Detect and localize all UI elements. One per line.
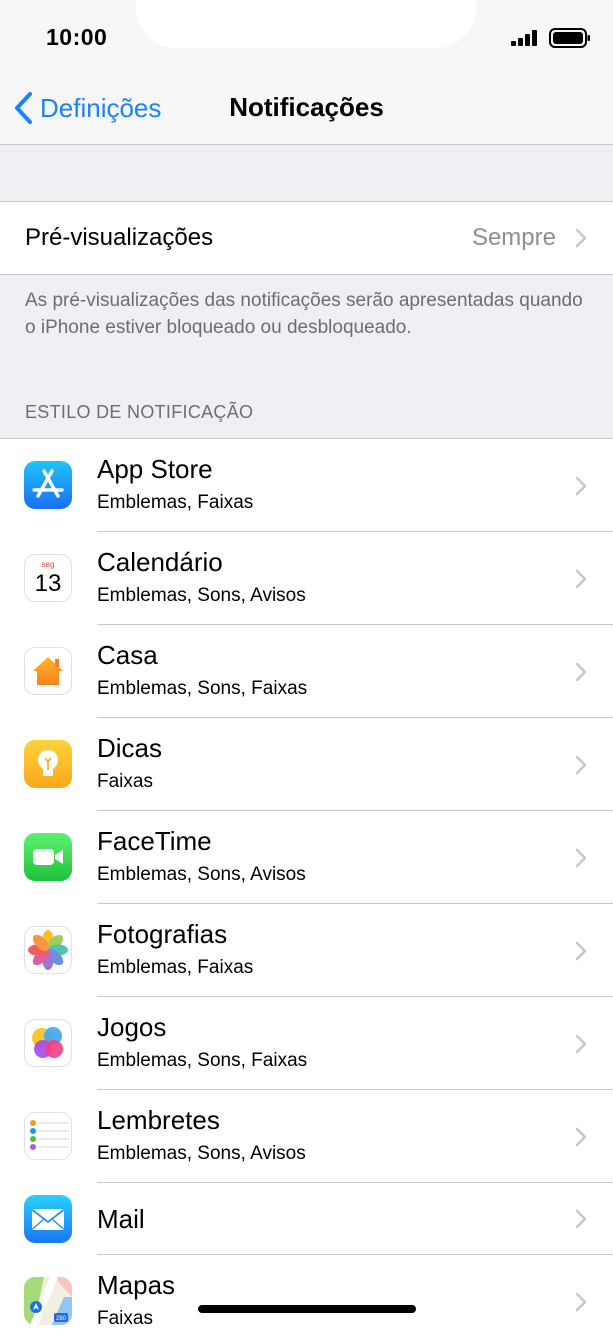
game-center-icon — [24, 1019, 72, 1067]
chevron-right-icon — [575, 1034, 587, 1054]
app-list: App Store Emblemas, Faixas seg 13 Calend… — [0, 438, 613, 1339]
chevron-right-icon — [575, 228, 587, 248]
app-alert-styles: Emblemas, Sons, Avisos — [97, 864, 306, 885]
app-row-photos[interactable]: Fotografias Emblemas, Faixas — [0, 904, 613, 997]
app-name: Lembretes — [97, 1105, 220, 1135]
app-alert-styles: Emblemas, Sons, Avisos — [97, 1143, 306, 1164]
app-row-reminders[interactable]: Lembretes Emblemas, Sons, Avisos — [0, 1090, 613, 1183]
home-icon — [24, 647, 72, 695]
app-name: Mail — [97, 1204, 145, 1234]
app-alert-styles: Emblemas, Faixas — [97, 957, 254, 978]
home-indicator[interactable] — [198, 1305, 416, 1313]
app-row-game-center[interactable]: Jogos Emblemas, Sons, Faixas — [0, 997, 613, 1090]
back-chevron-icon — [15, 92, 32, 124]
app-row-home[interactable]: Casa Emblemas, Sons, Faixas — [0, 625, 613, 718]
app-name: FaceTime — [97, 826, 212, 856]
navigation-bar: Notificações Definições — [0, 72, 613, 145]
back-label: Definições — [40, 92, 162, 123]
chevron-right-icon — [575, 1292, 587, 1312]
app-row-app-store[interactable]: App Store Emblemas, Faixas — [0, 439, 613, 532]
cellular-signal-icon — [511, 30, 537, 46]
app-row-tips[interactable]: Dicas Faixas — [0, 718, 613, 811]
section-header: ESTILO DE NOTIFICAÇÃO — [25, 402, 254, 422]
mail-icon — [24, 1195, 72, 1243]
app-name: Mapas — [97, 1270, 176, 1300]
calendar-icon-date: 13 — [35, 570, 62, 597]
tips-icon — [24, 740, 72, 788]
app-store-icon — [24, 461, 72, 509]
status-time: 10:00 — [46, 24, 108, 50]
chevron-right-icon — [575, 1209, 587, 1229]
chevron-right-icon — [575, 1127, 587, 1147]
notch — [136, 0, 476, 48]
battery-icon — [549, 28, 590, 48]
reminders-icon — [24, 1112, 72, 1160]
maps-icon-badge: 280 — [56, 1316, 67, 1322]
app-name: Fotografias — [97, 919, 228, 949]
app-row-facetime[interactable]: FaceTime Emblemas, Sons, Avisos — [0, 811, 613, 904]
status-bar: 10:00 — [0, 0, 613, 72]
app-alert-styles: Emblemas, Sons, Faixas — [97, 678, 308, 699]
maps-icon: 280 — [24, 1277, 72, 1325]
previews-row[interactable]: Pré-visualizações Sempre — [0, 201, 613, 275]
chevron-right-icon — [575, 848, 587, 868]
chevron-right-icon — [575, 569, 587, 589]
calendar-icon-day: seg — [42, 560, 55, 569]
chevron-right-icon — [575, 941, 587, 961]
chevron-right-icon — [575, 662, 587, 682]
calendar-icon: seg 13 — [24, 554, 72, 602]
back-button[interactable]: Definições — [12, 90, 161, 126]
chevron-right-icon — [575, 755, 587, 775]
app-row-maps[interactable]: 280 Mapas Faixas — [0, 1255, 613, 1339]
app-name: App Store — [97, 454, 213, 484]
app-row-mail[interactable]: Mail — [0, 1183, 613, 1255]
app-name: Jogos — [97, 1012, 167, 1042]
app-alert-styles: Emblemas, Sons, Avisos — [97, 585, 306, 606]
chevron-right-icon — [575, 476, 587, 496]
app-name: Casa — [97, 640, 158, 670]
previews-value: Sempre — [471, 224, 556, 251]
facetime-icon — [24, 833, 72, 881]
app-name: Calendário — [97, 547, 223, 577]
app-alert-styles: Faixas — [97, 1308, 153, 1329]
app-alert-styles: Faixas — [97, 771, 153, 792]
previews-label: Pré-visualizações — [25, 224, 214, 251]
previews-footer: As pré-visualizações das notificações se… — [25, 290, 583, 338]
app-alert-styles: Emblemas, Sons, Faixas — [97, 1050, 308, 1071]
app-row-calendar[interactable]: seg 13 Calendário Emblemas, Sons, Avisos — [0, 532, 613, 625]
app-alert-styles: Emblemas, Faixas — [97, 492, 254, 513]
photos-icon — [24, 926, 72, 974]
app-name: Dicas — [97, 733, 163, 763]
